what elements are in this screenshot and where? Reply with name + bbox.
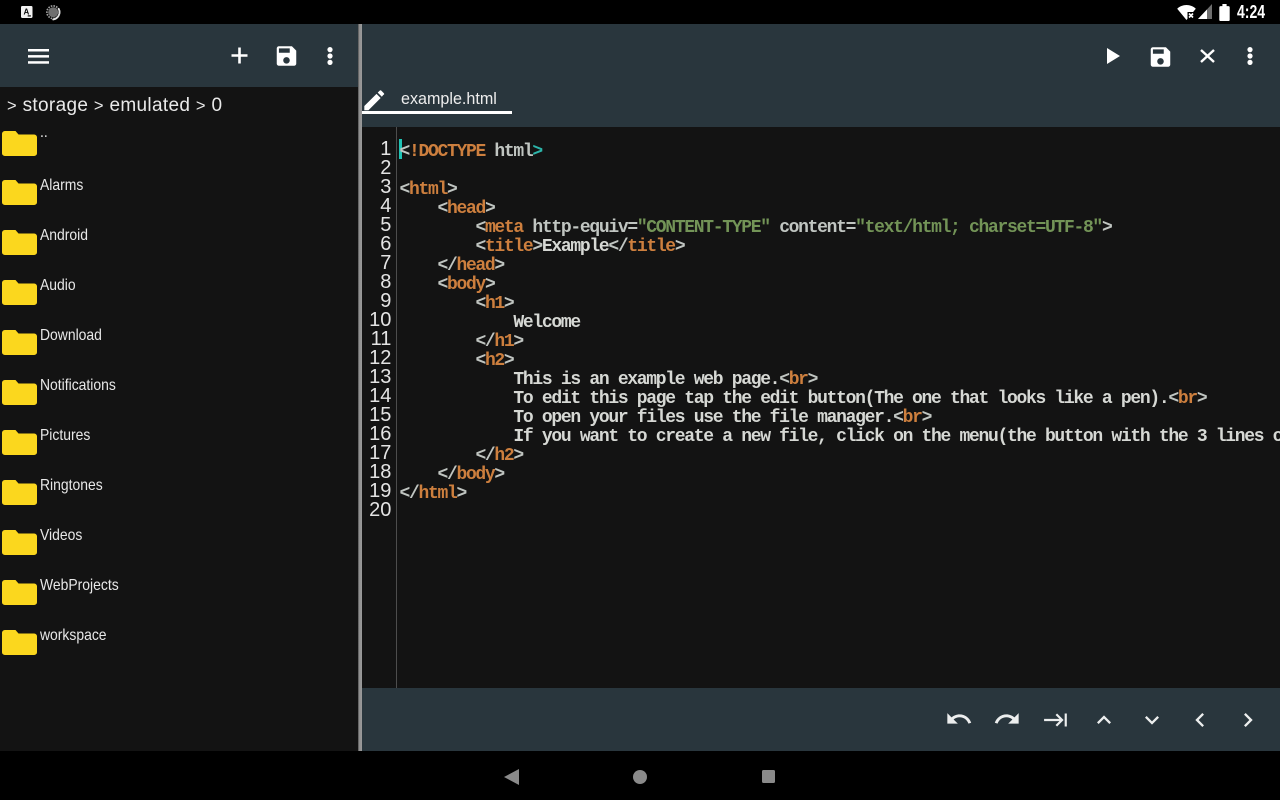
svg-text:A: A [24,7,30,16]
